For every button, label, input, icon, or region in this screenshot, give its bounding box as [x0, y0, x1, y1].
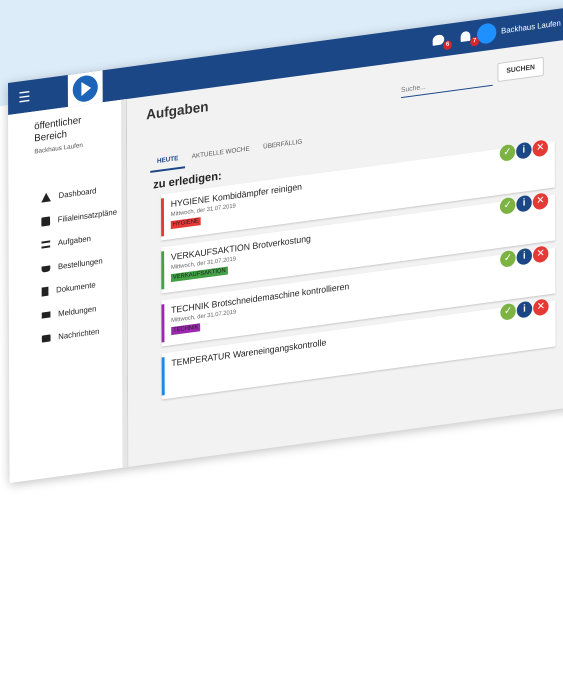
chat-badge: 6 — [443, 40, 453, 51]
search-button[interactable]: SUCHEN — [497, 56, 544, 83]
area-title: öffentlicher Bereich — [34, 112, 102, 145]
user-name[interactable]: Backhaus Laufen — [501, 19, 561, 36]
sidebar: öffentlicher Bereich Backhaus Laufen Das… — [8, 99, 129, 483]
logo[interactable] — [67, 70, 103, 107]
sidebar-item-label: Bestellungen — [57, 256, 103, 272]
main-content: Aufgaben SUCHEN HEUTE AKTUELLE WOCHE ÜBE… — [134, 32, 563, 466]
close-icon[interactable]: ✕ — [532, 245, 549, 264]
check-icon[interactable]: ✓ — [499, 143, 516, 162]
document-icon — [41, 286, 49, 297]
app-scene: ☰ 6 7 Backhaus Laufen öffentlicher Berei… — [8, 0, 563, 683]
task-tag: HYGIENE — [170, 217, 201, 230]
area-title-text: öffentlicher Bereich — [34, 115, 82, 145]
cart-icon — [41, 265, 51, 273]
menu-icon[interactable]: ☰ — [16, 87, 33, 107]
task-title: VERKAUFSAKTION Brotverkostung — [170, 233, 311, 263]
sidebar-item-label: Dokumente — [56, 280, 96, 295]
flag-icon — [41, 311, 51, 319]
logo-icon — [72, 73, 98, 104]
task-actions: ✓ i ✕ — [500, 245, 549, 268]
task-color-bar — [161, 251, 165, 290]
task-actions: ✓ i ✕ — [499, 192, 549, 215]
close-icon[interactable]: ✕ — [532, 192, 549, 211]
task-color-bar — [161, 304, 165, 343]
bell-icon[interactable]: 7 — [460, 28, 480, 47]
sidebar-item-label: Dashboard — [58, 186, 97, 201]
avatar[interactable] — [477, 22, 497, 45]
check-icon[interactable]: ✓ — [500, 302, 516, 321]
check-icon[interactable]: ✓ — [500, 249, 516, 268]
sidebar-item-label: Nachrichten — [58, 327, 100, 342]
close-icon[interactable]: ✕ — [533, 298, 549, 317]
sidebar-item-label: Filialeinsatzpläne — [57, 207, 118, 225]
tab-aktuelle-woche[interactable]: AKTUELLE WOCHE — [185, 145, 256, 169]
tab-ueberfaellig[interactable]: ÜBERFÄLLIG — [256, 138, 309, 159]
task-actions: ✓ i ✕ — [500, 298, 549, 321]
sidebar-item-label: Meldungen — [58, 303, 97, 319]
info-icon[interactable]: i — [516, 194, 532, 213]
sidebar-nav: Dashboard Filialeinsatzpläne Aufgaben Be… — [41, 176, 117, 351]
top-icons: 6 7 — [432, 28, 480, 51]
message-icon — [41, 334, 51, 343]
tab-bar: HEUTE AKTUELLE WOCHE ÜBERFÄLLIG — [150, 138, 309, 173]
close-icon[interactable]: ✕ — [532, 139, 549, 158]
tab-heute[interactable]: HEUTE — [150, 154, 186, 173]
info-icon[interactable]: i — [516, 141, 532, 160]
info-icon[interactable]: i — [516, 300, 533, 319]
calendar-icon — [41, 216, 51, 227]
page-title: Aufgaben — [146, 98, 209, 123]
task-tag: TECHNIK — [171, 323, 201, 336]
sidebar-item-label: Aufgaben — [57, 234, 91, 248]
bell-shape-icon — [460, 30, 471, 43]
task-color-bar — [161, 357, 165, 396]
check-icon[interactable]: ✓ — [499, 196, 516, 215]
tasks-icon — [41, 240, 51, 249]
task-color-bar — [161, 198, 165, 237]
search-input[interactable] — [400, 70, 493, 99]
app-window: ☰ 6 7 Backhaus Laufen öffentlicher Berei… — [8, 0, 563, 484]
home-icon — [41, 192, 51, 203]
info-icon[interactable]: i — [516, 247, 533, 266]
task-actions: ✓ i ✕ — [499, 139, 549, 162]
chat-icon[interactable]: 6 — [432, 32, 453, 51]
